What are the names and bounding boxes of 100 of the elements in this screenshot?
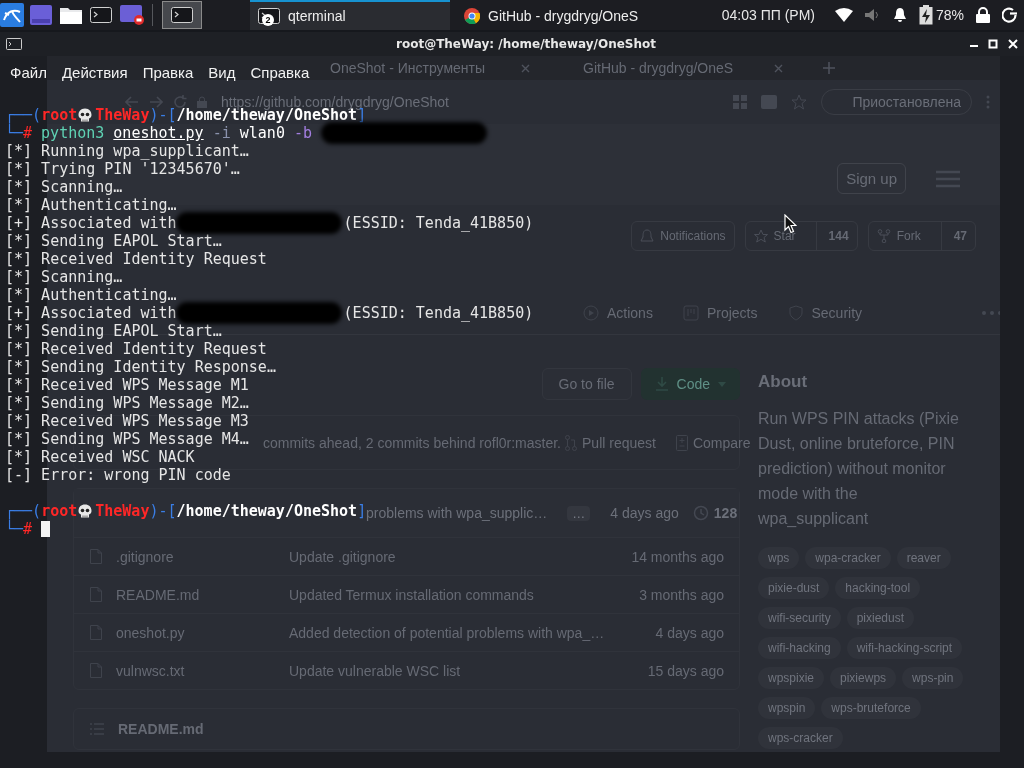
prompt-host: TheWay [95,106,150,124]
terminal-icon[interactable] [171,7,193,23]
lock-icon [197,96,207,108]
prompt-frame: )-[ [149,502,177,520]
commit-message: Updated Termux installation commands [289,586,535,603]
topic-tag[interactable]: wifi-hacking-script [846,637,963,659]
volume-icon[interactable] [864,8,881,22]
topic-tag[interactable]: wps-pin [902,667,964,689]
prompt-symbol: # [23,124,33,142]
kali-logo-icon[interactable] [0,3,24,27]
fork-button[interactable]: Fork 47 [867,221,976,251]
terminal-icon [6,38,22,50]
close-button[interactable] [1008,39,1018,49]
pull-request-link[interactable]: Pull request [565,434,656,451]
menu-item[interactable]: Файл [10,63,47,81]
maximize-button[interactable] [988,39,998,49]
terminal-line: [*] Sending EAPOL Start… [5,322,222,340]
chrome-icon [464,8,480,24]
maximize-icon [988,39,998,49]
terminal-line: [*] Received Identity Request [5,250,267,268]
lock-icon[interactable] [976,7,990,23]
prompt-user: root [41,502,78,520]
topic-tag[interactable]: wifi-hacking [758,637,841,659]
topic-tag[interactable]: pixiedust [846,607,915,629]
browser-tab[interactable]: OneShot - Инструменты [317,60,543,76]
reload-icon[interactable] [173,95,187,109]
repo-nav-tab[interactable]: Actions [583,304,653,321]
terminal-line: [*] Running wpa_supplicant… [5,142,249,160]
go-to-file-button[interactable]: Go to file [541,368,632,400]
tab-label: Security [811,304,863,321]
terminal-line: [*] Sending WPS Message M4… [5,430,249,448]
close-icon[interactable] [774,63,783,73]
terminal-line: [-] Error: wrong PIN code [5,466,231,484]
topic-tag[interactable]: pixiewps [830,667,897,689]
commit-message: Added detection of potential problems with wpa_… [289,624,606,641]
terminal-icon[interactable] [90,7,112,23]
terminal-line: [*] Sending Identity Response… [5,358,276,376]
caret-icon [718,381,726,387]
compare-link[interactable]: Compare [675,434,751,451]
skull-icon [78,107,93,123]
button-label: Fork [896,229,921,243]
window-button[interactable] [162,1,202,29]
readme-heading: README.md [118,721,204,737]
taskbar-button[interactable]: GitHub - drygdryg/OneS [456,0,656,30]
browser-tab[interactable]: GitHub - drygdryg/OneS [570,60,796,76]
topic-tag[interactable]: wpspixie [758,667,825,689]
file-name[interactable]: oneshot.py [116,624,289,641]
prompt-host: TheWay [95,502,150,520]
screen-recorder-icon[interactable] [120,5,144,25]
link-text: Compare [692,434,751,451]
command-text: python3 oneshot.py -i wlan0 -b [41,124,313,142]
topic-tag[interactable]: wifi-security [758,607,841,629]
file-name[interactable]: vulnwsc.txt [116,662,289,679]
topic-tag[interactable]: pixie-dust [758,577,830,599]
prompt-symbol: # [23,520,33,538]
button-label: Notifications [660,229,726,243]
repo-nav-tab[interactable]: Projects [682,304,758,321]
terminal-line: [*] Scanning… [5,178,123,196]
menu-item[interactable]: Правка [142,63,194,81]
taskbar-button[interactable]: 2 qterminal [250,0,450,30]
file-name[interactable]: README.md [116,586,289,603]
topic-tag[interactable]: wps-bruteforce [821,697,921,719]
topic-tag[interactable]: wpspin [758,697,816,719]
terminal-line: [+] Associated with [5,304,177,322]
commit-message: Update .gitignore [289,548,397,565]
topic-tag[interactable]: wpa-cracker [805,547,891,569]
code-button[interactable]: Code [640,368,740,400]
menu-item[interactable]: Вид [208,63,236,81]
count-text: 144 [815,222,849,250]
expand-button[interactable]: … [567,505,591,521]
terminal-line: [*] Authenticating… [5,196,177,214]
folder-icon[interactable] [60,6,82,24]
tab-title: OneShot - Инструменты [330,60,485,76]
clock-text[interactable]: 04:03 ПП (PM) [721,7,815,23]
tab-label: Actions [607,304,653,321]
close-icon[interactable] [521,63,530,73]
window-title: root@TheWay: /home/theway/OneShot [395,37,657,51]
terminal-line: [*] Sending WPS Message M2… [5,394,249,412]
battery-icon[interactable] [918,5,933,25]
wifi-icon[interactable] [834,8,853,22]
commit-count: 128 [713,505,738,521]
prompt-frame: ] [357,502,367,520]
prompt-frame: )-[ [149,106,177,124]
menu-item[interactable]: Действия [61,63,128,81]
topic-tag[interactable]: wps-cracker [758,727,843,749]
power-icon[interactable] [1002,7,1018,23]
topic-tag[interactable]: hacking-tool [835,577,921,599]
topic-tag[interactable]: reaver [896,547,951,569]
menu-item[interactable]: Справка [250,63,310,81]
close-icon [1008,39,1018,49]
topic-tag[interactable]: wps [758,547,800,569]
repo-nav-tab[interactable]: Security [787,304,863,321]
sign-up-button[interactable]: Sign up [837,163,906,194]
notifications-button[interactable]: Notifications [631,221,735,251]
bell-icon[interactable] [892,7,907,23]
file-name[interactable]: .gitignore [116,548,289,565]
terminal-line: [*] Authenticating… [5,286,177,304]
star-icon[interactable] [791,94,808,110]
repo-description: Run WPS PIN attacks (Pixie Dust, online bruteforce, PIN prediction) without monitor mode with the wpa_supplicant [758,409,960,529]
commit-time: 15 days ago [647,662,724,679]
